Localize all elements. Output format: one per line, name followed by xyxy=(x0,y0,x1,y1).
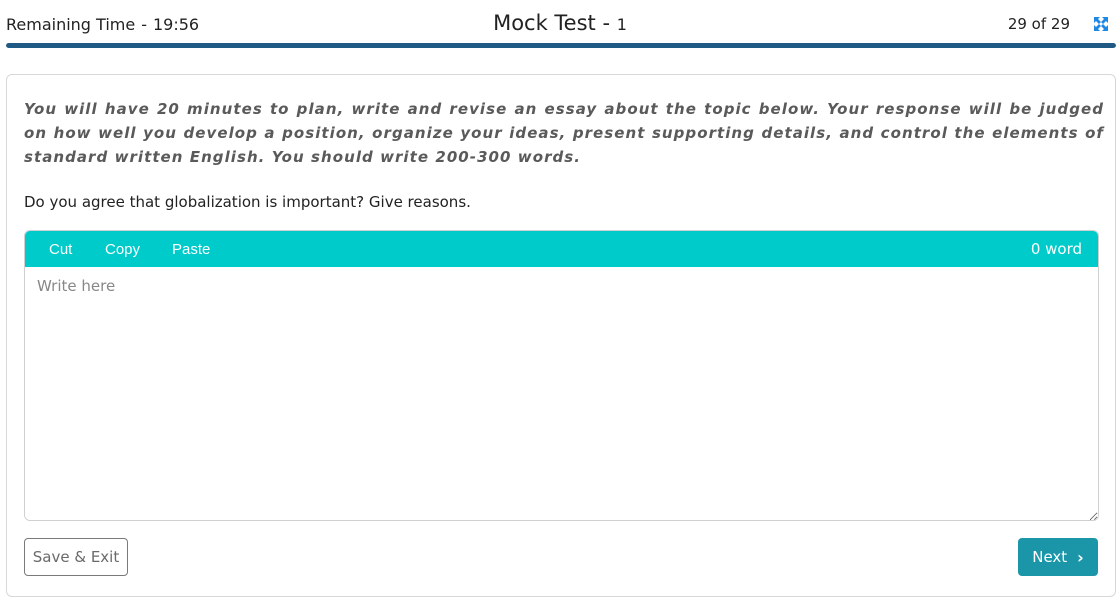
cut-button[interactable]: Cut xyxy=(49,241,72,258)
next-button-label: Next xyxy=(1032,548,1068,566)
essay-editor: Cut Copy Paste 0 word xyxy=(24,230,1099,521)
expand-icon[interactable] xyxy=(1093,16,1109,32)
question-counter: 29 of 29 xyxy=(1007,15,1070,33)
copy-button[interactable]: Copy xyxy=(105,241,140,258)
page-title: Mock Test - 1 xyxy=(0,11,1120,35)
chevron-right-icon: › xyxy=(1077,547,1084,567)
title-number: 1 xyxy=(616,15,627,34)
top-bar: Remaining Time -19:56 Mock Test - 1 29 of… xyxy=(0,0,1120,48)
editor-toolbar: Cut Copy Paste 0 word xyxy=(25,231,1098,267)
progress-bar xyxy=(6,43,1116,48)
question-card: You will have 20 minutes to plan, write … xyxy=(6,74,1116,597)
title-text: Mock Test - xyxy=(493,11,611,35)
next-button[interactable]: Next › xyxy=(1018,538,1098,576)
paste-button[interactable]: Paste xyxy=(172,241,210,258)
progress-fill xyxy=(6,43,1116,48)
save-exit-button[interactable]: Save & Exit xyxy=(24,538,128,576)
word-count: 0 word xyxy=(1030,240,1082,258)
essay-textarea[interactable] xyxy=(25,267,1098,520)
instructions-text: You will have 20 minutes to plan, write … xyxy=(24,100,1104,166)
question-prompt: Do you agree that globalization is impor… xyxy=(24,193,471,211)
